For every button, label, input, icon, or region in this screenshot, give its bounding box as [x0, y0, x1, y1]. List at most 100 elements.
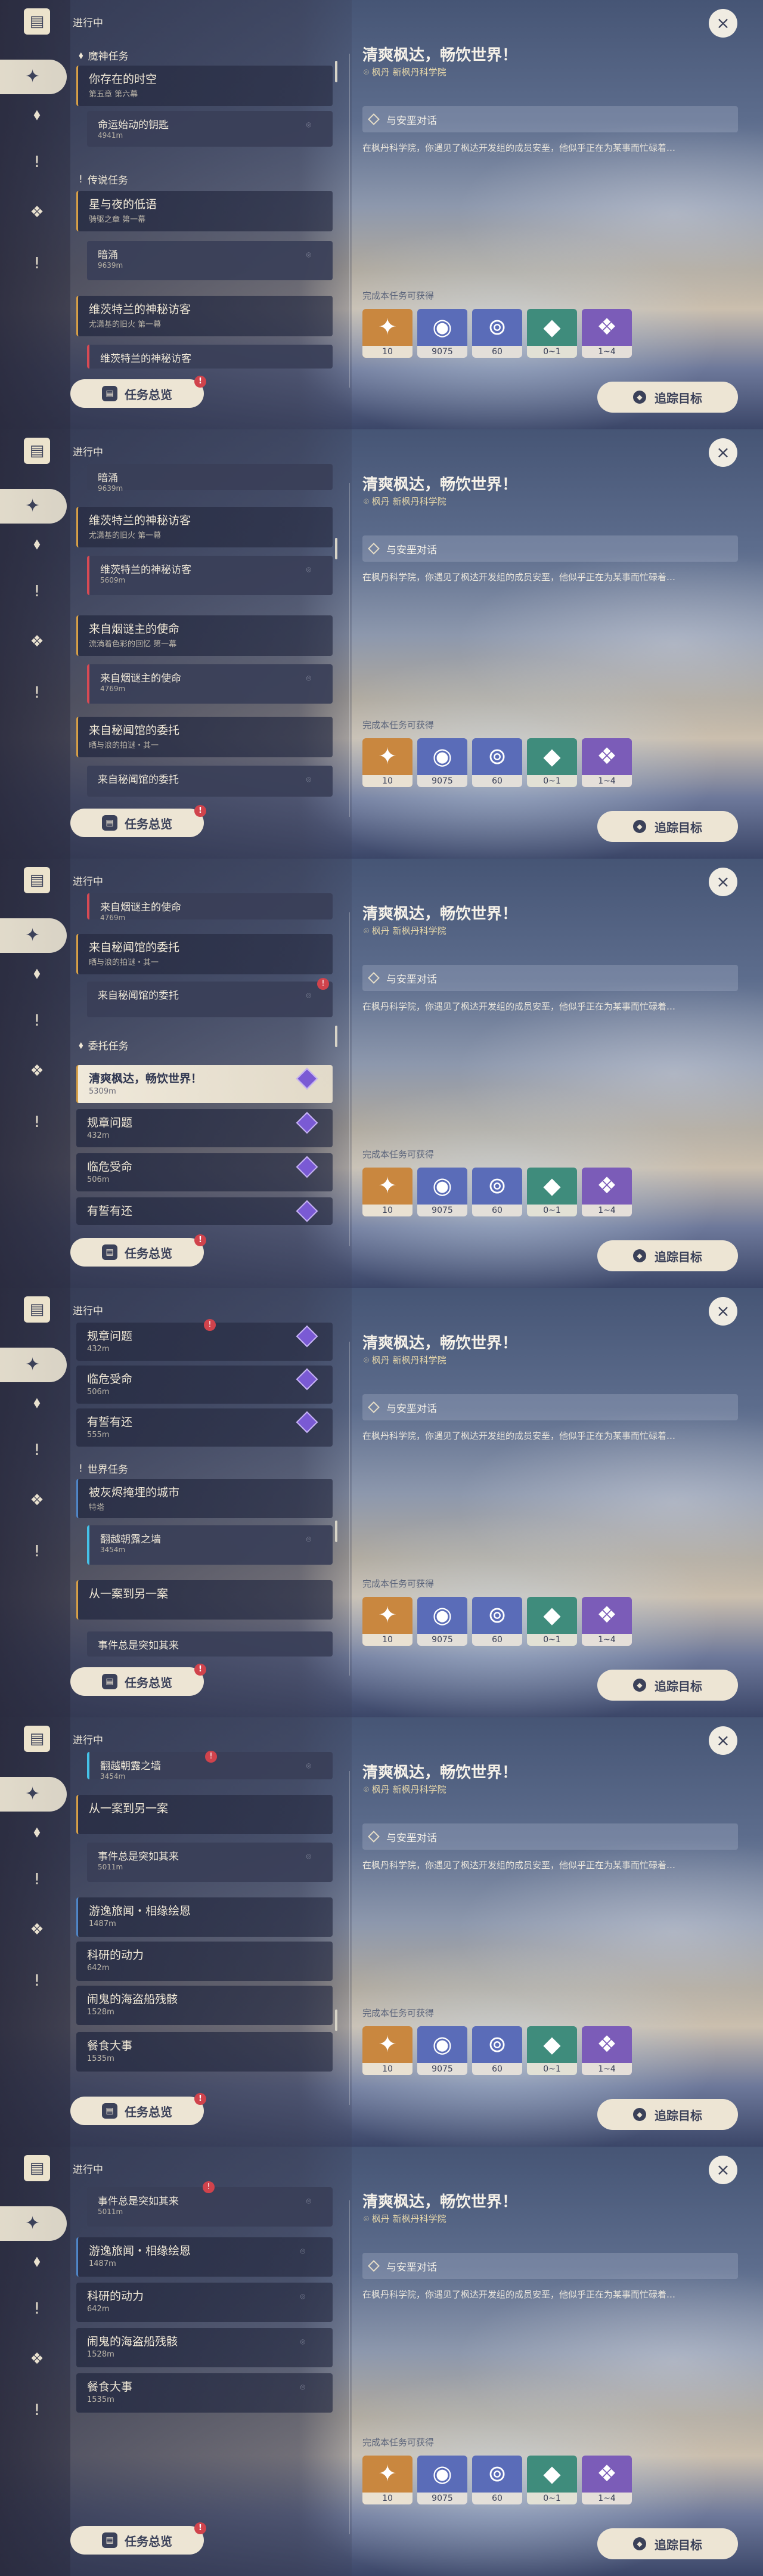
quest-item[interactable]: 你存在的时空 第五章 第六幕: [76, 66, 333, 106]
quest-item[interactable]: 维茨特兰的神秘访客 尤潇基的旧火 第一幕: [76, 296, 333, 336]
quest-item[interactable]: 来自秘闻馆的委托 晒与浪的拍谜・其一: [76, 717, 333, 757]
rail-tab-compass-icon[interactable]: ⬧: [25, 103, 49, 126]
quest-item[interactable]: 餐食大事 1535m ⌾: [76, 2373, 333, 2413]
rail-tab-star-icon[interactable]: ❖: [25, 2347, 49, 2371]
rail-tab-selected[interactable]: ✦: [0, 489, 67, 524]
reward-refine[interactable]: ❖ 1~4: [582, 1168, 632, 1216]
track-objective-button[interactable]: ◆ 追踪目标: [597, 2528, 738, 2559]
scrollbar[interactable]: [335, 1026, 337, 1047]
sub-quest-item[interactable]: 维茨特兰的神秘访客 5609m ⌾: [87, 556, 333, 595]
rail-tab-alert-icon[interactable]: !: [25, 2297, 49, 2321]
quest-item[interactable]: 有誓有还 555m: [76, 1408, 333, 1447]
quest-item[interactable]: 规章问题 432m: [76, 1109, 333, 1147]
quest-item[interactable]: 规章问题 432m!: [76, 1319, 333, 1361]
reward-refine[interactable]: ❖ 1~4: [582, 738, 632, 787]
sub-quest-item[interactable]: 命运始动的钥匙 4941m ⌾: [87, 111, 333, 147]
reward-crystal[interactable]: ◆ 0~1: [527, 1597, 577, 1646]
reward-primogem[interactable]: ✦ 10: [362, 2456, 412, 2504]
rail-tab-selected[interactable]: ✦: [0, 918, 67, 953]
rail-tab-selected[interactable]: ✦: [0, 1348, 67, 1382]
rail-tab-star-icon[interactable]: ❖: [25, 1918, 49, 1942]
reward-primogem[interactable]: ✦ 10: [362, 309, 412, 358]
rail-tab-notice-icon[interactable]: !: [25, 681, 49, 705]
sub-quest-item[interactable]: 暗涌 9639m: [87, 464, 333, 493]
track-objective-button[interactable]: ◆ 追踪目标: [597, 2099, 738, 2130]
reward-crystal[interactable]: ◆ 0~1: [527, 738, 577, 787]
quest-item-selected[interactable]: 清爽枫达，畅饮世界！ 5309m: [76, 1065, 333, 1103]
track-objective-button[interactable]: ◆ 追踪目标: [597, 1670, 738, 1701]
rail-tab-notice-icon[interactable]: !: [25, 1110, 49, 1134]
quest-item[interactable]: 来自烟谜主的使命 流淌着色彩的回忆 第一幕: [76, 615, 333, 656]
rail-tab-compass-icon[interactable]: ⬧: [25, 2249, 49, 2273]
quest-item[interactable]: 科研的动力 642m: [76, 1942, 333, 1981]
sub-quest-item[interactable]: 翻越朝露之墙 3454m ⌾!: [87, 1751, 333, 1781]
reward-exp[interactable]: ⊚ 60: [472, 1168, 522, 1216]
rail-tab-notice-icon[interactable]: !: [25, 1540, 49, 1563]
rail-tab-selected[interactable]: ✦: [0, 2206, 67, 2241]
scrollbar[interactable]: [335, 61, 337, 82]
quest-book-icon[interactable]: ▤: [24, 1296, 50, 1323]
sub-quest-item[interactable]: 来自烟谜主的使命 4769m ⌾: [87, 664, 333, 704]
quest-book-icon[interactable]: ▤: [24, 8, 50, 35]
sub-quest-item[interactable]: 来自秘闻馆的委托 ⌾!: [87, 978, 333, 1017]
reward-mora[interactable]: ◉ 9075: [417, 2456, 467, 2504]
rail-tab-alert-icon[interactable]: !: [25, 150, 49, 174]
quest-item[interactable]: 从一案到另一案: [76, 1795, 333, 1834]
quest-item[interactable]: 游逸旅闻・相缘绘恩 1487m ⌾: [76, 2237, 333, 2277]
sub-quest-item[interactable]: 维茨特兰的神秘访客: [87, 345, 333, 369]
rail-tab-star-icon[interactable]: ❖: [25, 630, 49, 654]
rail-tab-alert-icon[interactable]: !: [25, 1009, 49, 1033]
reward-primogem[interactable]: ✦ 10: [362, 738, 412, 787]
quest-overview-button[interactable]: ▤ 任务总览!: [70, 805, 206, 837]
scrollbar[interactable]: [335, 1521, 337, 1542]
close-icon[interactable]: ×: [709, 868, 737, 896]
rail-tab-compass-icon[interactable]: ⬧: [25, 1820, 49, 1844]
rail-tab-compass-icon[interactable]: ⬧: [25, 961, 49, 985]
scrollbar[interactable]: [335, 538, 337, 559]
reward-primogem[interactable]: ✦ 10: [362, 1597, 412, 1646]
quest-book-icon[interactable]: ▤: [24, 2155, 50, 2181]
rail-tab-alert-icon[interactable]: !: [25, 1438, 49, 1462]
track-objective-button[interactable]: ◆ 追踪目标: [597, 382, 738, 413]
quest-item[interactable]: 从一案到另一案: [76, 1580, 333, 1620]
quest-overview-button[interactable]: ▤ 任务总览!: [70, 376, 206, 408]
reward-exp[interactable]: ⊚ 60: [472, 738, 522, 787]
reward-mora[interactable]: ◉ 9075: [417, 2026, 467, 2075]
sub-quest-item[interactable]: 暗涌 9639m ⌾: [87, 241, 333, 280]
reward-refine[interactable]: ❖ 1~4: [582, 1597, 632, 1646]
rail-tab-star-icon[interactable]: ❖: [25, 1059, 49, 1083]
rail-tab-star-icon[interactable]: ❖: [25, 1488, 49, 1512]
quest-item[interactable]: 星与夜的低语 骑驱之章 第一幕: [76, 191, 333, 231]
quest-item[interactable]: 维茨特兰的神秘访客 尤潇基的旧火 第一幕: [76, 507, 333, 547]
reward-exp[interactable]: ⊚ 60: [472, 2026, 522, 2075]
quest-item[interactable]: 游逸旅闻・相缘绘恩 1487m: [76, 1897, 333, 1937]
sub-quest-item[interactable]: 事件总是突如其来 5011m ⌾!: [87, 2181, 333, 2227]
quest-item[interactable]: 闹鬼的海盗船残骸 1528m: [76, 1986, 333, 2025]
rail-tab-star-icon[interactable]: ❖: [25, 200, 49, 224]
quest-item[interactable]: 临危受命 506m: [76, 1153, 333, 1191]
reward-exp[interactable]: ⊚ 60: [472, 2456, 522, 2504]
sub-quest-item[interactable]: 翻越朝露之墙 3454m ⌾: [87, 1525, 333, 1565]
scrollbar[interactable]: [335, 2010, 337, 2031]
quest-item[interactable]: 餐食大事 1535m: [76, 2032, 333, 2072]
quest-book-icon[interactable]: ▤: [24, 1726, 50, 1752]
quest-item[interactable]: 闹鬼的海盗船残骸 1528m ⌾: [76, 2328, 333, 2367]
close-icon[interactable]: ×: [709, 9, 737, 38]
reward-crystal[interactable]: ◆ 0~1: [527, 309, 577, 358]
rail-tab-compass-icon[interactable]: ⬧: [25, 532, 49, 556]
rail-tab-notice-icon[interactable]: !: [25, 2398, 49, 2422]
reward-primogem[interactable]: ✦ 10: [362, 2026, 412, 2075]
reward-exp[interactable]: ⊚ 60: [472, 1597, 522, 1646]
quest-overview-button[interactable]: ▤ 任务总览!: [70, 1234, 206, 1267]
quest-book-icon[interactable]: ▤: [24, 438, 50, 464]
reward-crystal[interactable]: ◆ 0~1: [527, 2456, 577, 2504]
rail-tab-alert-icon[interactable]: !: [25, 1868, 49, 1891]
quest-overview-button[interactable]: ▤ 任务总览!: [70, 2093, 206, 2125]
reward-crystal[interactable]: ◆ 0~1: [527, 1168, 577, 1216]
close-icon[interactable]: ×: [709, 1297, 737, 1326]
reward-mora[interactable]: ◉ 9075: [417, 1597, 467, 1646]
rail-tab-notice-icon[interactable]: !: [25, 1969, 49, 1993]
quest-book-icon[interactable]: ▤: [24, 867, 50, 893]
quest-item[interactable]: 来自秘闻馆的委托 晒与浪的拍谜・其一: [76, 934, 333, 974]
quest-overview-button[interactable]: ▤ 任务总览!: [70, 2522, 206, 2555]
